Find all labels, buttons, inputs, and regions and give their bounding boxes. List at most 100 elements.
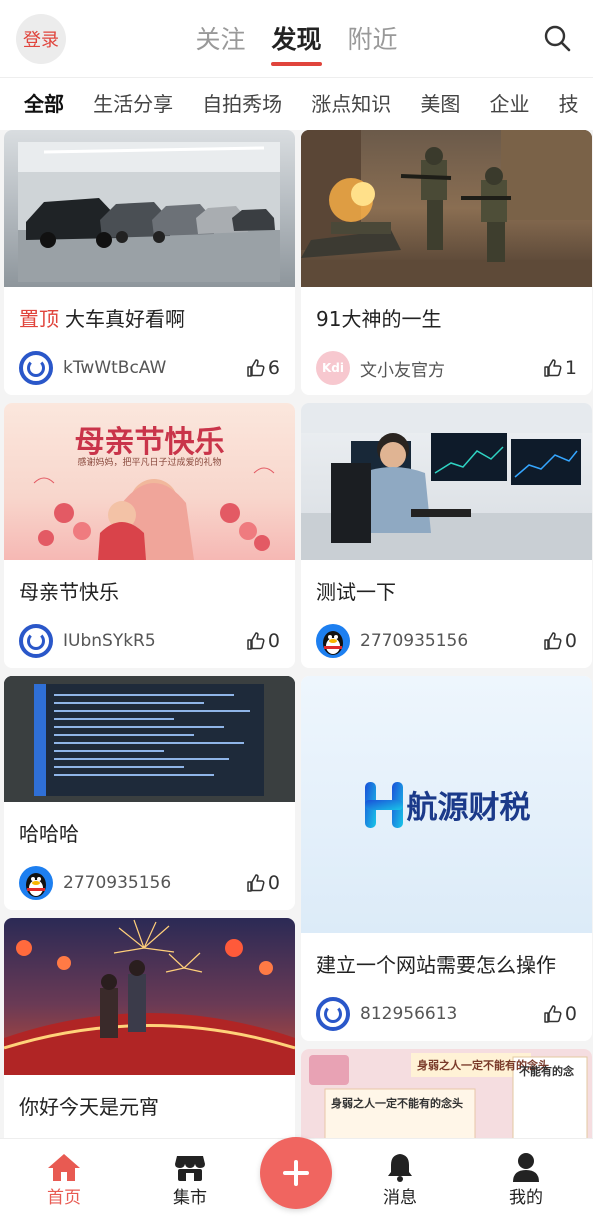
like-button[interactable]: 1	[543, 357, 577, 379]
plus-icon	[283, 1160, 309, 1186]
post-title: 你好今天是元宵	[19, 1095, 159, 1119]
like-button[interactable]: 0	[246, 872, 280, 894]
like-count: 0	[564, 1003, 577, 1025]
post-meta	[4, 1129, 295, 1138]
thumbs-up-icon	[247, 632, 265, 650]
parking-garage-image	[4, 130, 295, 287]
category-knowledge[interactable]: 涨点知识	[311, 78, 391, 130]
lantern-festival-image	[4, 918, 295, 1075]
qq-penguin-icon	[323, 631, 343, 655]
thumbs-up-icon	[544, 359, 562, 377]
top-header: 登录 关注 发现 附近	[0, 0, 593, 78]
like-count: 0	[267, 630, 280, 652]
mothers-day-image: 母亲节快乐 感谢妈妈，把平凡日子过成爱的礼物	[4, 403, 295, 560]
nav-messages[interactable]: 消息	[360, 1151, 440, 1208]
avatar[interactable]	[19, 624, 53, 658]
post-title: 置顶 大车真好看啊	[19, 307, 185, 331]
like-button[interactable]: 0	[246, 630, 280, 652]
post-meta: IUbnSYkR5 0	[4, 614, 295, 668]
like-count: 6	[267, 357, 280, 379]
store-icon	[150, 1151, 230, 1183]
category-selfie[interactable]: 自拍秀场	[202, 78, 282, 130]
avatar[interactable]	[19, 866, 53, 900]
post-meta: 2770935156 0	[301, 614, 592, 668]
nav-label: 我的	[509, 1188, 543, 1208]
pinned-tag: 置顶	[19, 307, 59, 331]
soldiers-battle-image	[301, 130, 592, 287]
nav-label: 消息	[383, 1188, 417, 1208]
post-title: 哈哈哈	[19, 822, 79, 846]
feed-column-left: 置顶 大车真好看啊 kTwWtBcAW 6 母亲节快乐 感谢妈妈，把平凡日子过成爱…	[4, 130, 295, 1138]
nav-home[interactable]: 首页	[24, 1151, 104, 1208]
bell-icon	[360, 1151, 440, 1183]
post-title: 母亲节快乐	[19, 580, 119, 604]
nav-market[interactable]: 集市	[150, 1151, 230, 1208]
post-card[interactable]: 91大神的一生 Kdi 文小友官方 1	[301, 130, 592, 395]
bottom-nav: 首页 集市 消息 我的	[0, 1137, 593, 1217]
like-button[interactable]: 0	[543, 630, 577, 652]
like-count: 0	[564, 630, 577, 652]
category-pictures[interactable]: 美图	[420, 78, 460, 130]
search-icon[interactable]	[543, 24, 571, 52]
thumbs-up-icon	[544, 632, 562, 650]
author-name[interactable]: 文小友官方	[360, 356, 543, 381]
tab-nearby[interactable]: 附近	[348, 20, 398, 66]
post-title: 建立一个网站需要怎么操作	[316, 953, 556, 977]
post-card[interactable]: 哈哈哈 2770935156 0	[4, 676, 295, 910]
like-button[interactable]: 0	[543, 1003, 577, 1025]
author-name[interactable]: kTwWtBcAW	[63, 358, 246, 378]
nav-label: 集市	[173, 1188, 207, 1208]
avatar[interactable]	[316, 997, 350, 1031]
home-icon	[24, 1151, 104, 1183]
post-card[interactable]: 母亲节快乐 感谢妈妈，把平凡日子过成爱的礼物 母亲节快乐 IUbnSYkR5 0	[4, 403, 295, 668]
post-title: 91大神的一生	[316, 307, 442, 331]
post-meta: 2770935156 0	[4, 856, 295, 910]
post-card[interactable]: 身弱之人一定不能有的念头 不能有的念 身弱之人一定不能有的念头	[301, 1049, 592, 1138]
nav-label: 首页	[47, 1188, 81, 1208]
poster-collage-image: 身弱之人一定不能有的念头 不能有的念 身弱之人一定不能有的念头	[301, 1049, 592, 1138]
main-tabs: 关注 发现 附近	[0, 20, 593, 66]
thumbs-up-icon	[544, 1005, 562, 1023]
like-count: 1	[564, 357, 577, 379]
logo-text: 航源财税	[406, 790, 531, 826]
thumbs-up-icon	[247, 874, 265, 892]
avatar-text: Kdi	[321, 361, 344, 375]
avatar[interactable]	[316, 624, 350, 658]
category-life-share[interactable]: 生活分享	[93, 78, 173, 130]
nav-profile[interactable]: 我的	[486, 1151, 566, 1208]
post-meta: 812956613 0	[301, 987, 592, 1041]
post-meta: Kdi 文小友官方 1	[301, 341, 592, 395]
tab-follow[interactable]: 关注	[195, 20, 245, 66]
category-tech[interactable]: 技	[559, 78, 579, 130]
post-card[interactable]: 测试一下 2770935156 0	[301, 403, 592, 668]
tab-discover[interactable]: 发现	[271, 20, 322, 66]
feed-column-right: 91大神的一生 Kdi 文小友官方 1 测试一下 2770935156 0 航源…	[301, 130, 592, 1138]
h-logo-icon	[364, 781, 403, 828]
post-card[interactable]: 航源财税 建立一个网站需要怎么操作 812956613 0	[301, 676, 592, 1041]
like-count: 0	[267, 872, 280, 894]
code-monitor-image	[4, 676, 295, 802]
thumbs-up-icon	[247, 359, 265, 377]
author-name[interactable]: IUbnSYkR5	[63, 631, 246, 651]
avatar[interactable]: Kdi	[316, 351, 350, 385]
post-title: 测试一下	[316, 580, 396, 604]
author-name[interactable]: 2770935156	[360, 631, 543, 651]
post-card[interactable]: 你好今天是元宵	[4, 918, 295, 1138]
author-name[interactable]: 2770935156	[63, 873, 246, 893]
qq-penguin-icon	[26, 873, 46, 897]
avatar[interactable]	[19, 351, 53, 385]
trader-monitors-image	[301, 403, 592, 560]
category-enterprise[interactable]: 企业	[489, 78, 529, 130]
hangyuan-logo-image: 航源财税	[301, 676, 592, 933]
poster-text: 身弱之人一定不能有的念头	[331, 1097, 463, 1110]
category-tabs: 全部 生活分享 自拍秀场 涨点知识 美图 企业 技	[0, 78, 593, 130]
post-card[interactable]: 置顶 大车真好看啊 kTwWtBcAW 6	[4, 130, 295, 395]
author-name[interactable]: 812956613	[360, 1004, 543, 1024]
poster-text: 不能有的念	[519, 1065, 574, 1078]
like-button[interactable]: 6	[246, 357, 280, 379]
category-all[interactable]: 全部	[24, 78, 64, 130]
user-icon	[486, 1151, 566, 1183]
create-post-button[interactable]	[260, 1137, 332, 1209]
post-meta: kTwWtBcAW 6	[4, 341, 295, 395]
post-feed: 置顶 大车真好看啊 kTwWtBcAW 6 母亲节快乐 感谢妈妈，把平凡日子过成爱…	[0, 130, 593, 1138]
